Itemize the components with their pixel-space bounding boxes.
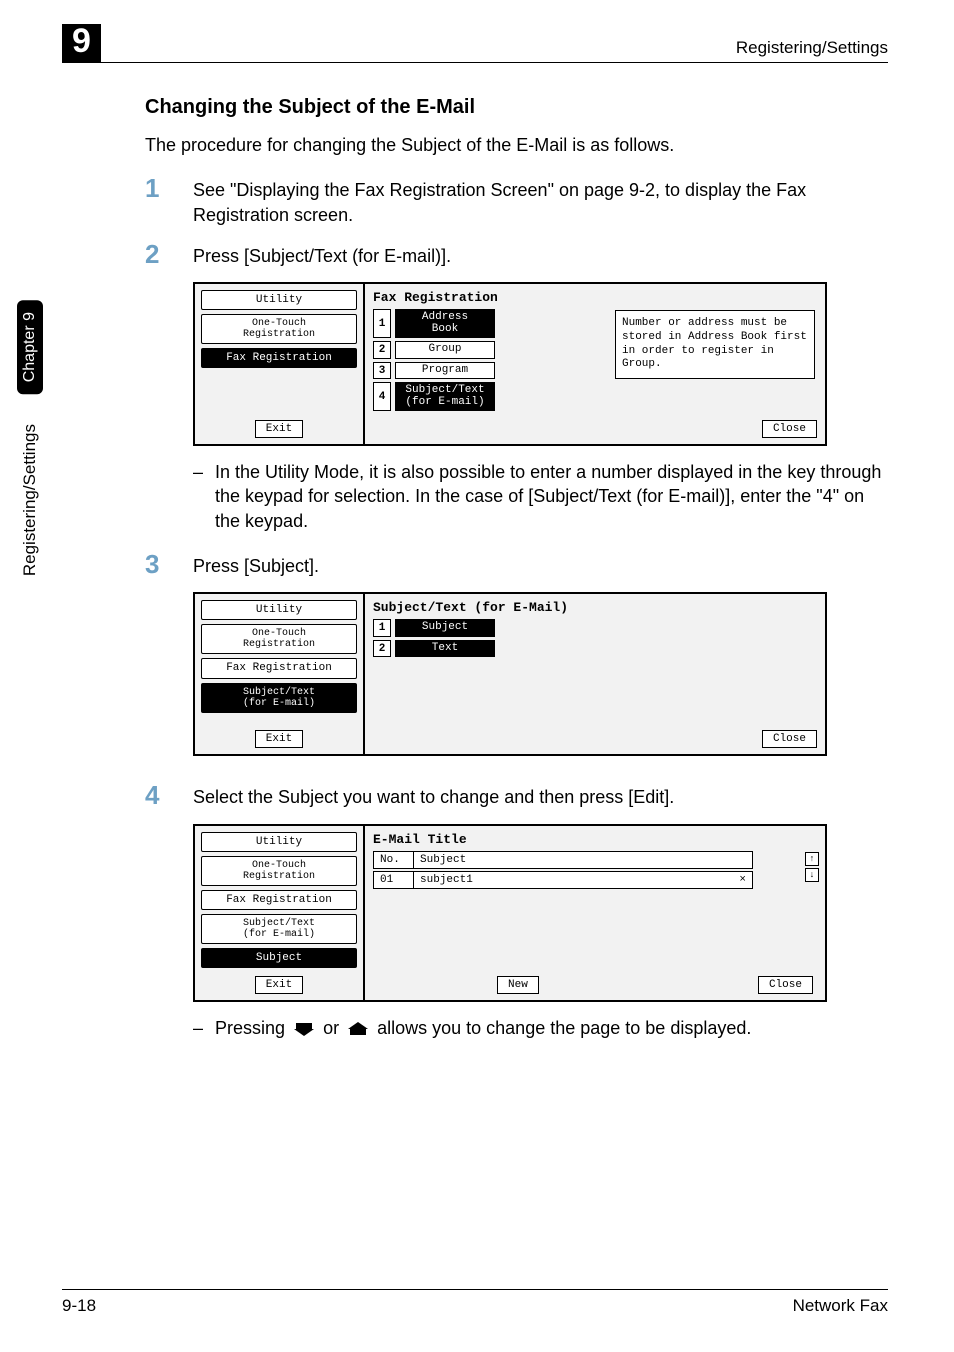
step-number: 3 — [145, 551, 167, 578]
lcd-screen-fax-registration: Utility One-Touch Registration Fax Regis… — [193, 282, 827, 446]
section-heading: Changing the Subject of the E-Mail — [145, 96, 888, 119]
side-chapter-pill: Chapter 9 — [17, 300, 43, 394]
header-section: Registering/Settings — [736, 38, 888, 58]
tab-onetouch[interactable]: One-Touch Registration — [201, 624, 357, 654]
group-button[interactable]: Group — [395, 341, 495, 359]
row-num: 2 — [373, 341, 391, 359]
side-section-label: Registering/Settings — [20, 424, 40, 576]
table-row[interactable]: 01 subject1 × — [373, 871, 753, 889]
page-up-icon — [344, 1021, 372, 1037]
tab-subject[interactable]: Subject — [201, 948, 357, 968]
step-text: Select the Subject you want to change an… — [193, 782, 674, 809]
side-tabs: Chapter 9 Registering/Settings — [10, 300, 50, 576]
row-num: 4 — [373, 382, 391, 411]
main-content: Changing the Subject of the E-Mail The p… — [145, 96, 888, 1058]
lcd-main: Subject/Text (for E-Mail) 1Subject 2Text… — [365, 594, 825, 754]
tab-utility[interactable]: Utility — [201, 832, 357, 852]
step-4-note: – Pressing or allows you to change the p… — [193, 1016, 888, 1040]
row-num: 1 — [373, 619, 391, 637]
lcd-screen-subject-text: Utility One-Touch Registration Fax Regis… — [193, 592, 827, 756]
tab-subject-text[interactable]: Subject/Text (for E-mail) — [201, 683, 357, 713]
exit-button[interactable]: Exit — [255, 420, 303, 438]
tab-onetouch[interactable]: One-Touch Registration — [201, 856, 357, 886]
dash: – — [193, 460, 203, 533]
step-text: See "Displaying the Fax Registration Scr… — [193, 175, 888, 227]
scroll-up-icon[interactable]: ↑ — [805, 852, 819, 866]
footer-doc-title: Network Fax — [793, 1296, 888, 1316]
row-num: 2 — [373, 640, 391, 658]
tab-onetouch[interactable]: One-Touch Registration — [201, 314, 357, 344]
tab-fax-registration[interactable]: Fax Registration — [201, 890, 357, 910]
step-text: Press [Subject]. — [193, 551, 319, 578]
step-2-note: – In the Utility Mode, it is also possib… — [193, 460, 888, 533]
info-message: Number or address must be stored in Addr… — [615, 310, 815, 379]
row-num: 3 — [373, 362, 391, 380]
step-4: 4 Select the Subject you want to change … — [145, 782, 888, 809]
header-rule — [62, 62, 888, 63]
tab-subject-text[interactable]: Subject/Text (for E-mail) — [201, 914, 357, 944]
step-number: 2 — [145, 241, 167, 268]
scrollbar[interactable]: ↑ ↓ — [805, 852, 819, 882]
program-button[interactable]: Program — [395, 362, 495, 380]
subject-button[interactable]: Subject — [395, 619, 495, 637]
step-1: 1 See "Displaying the Fax Registration S… — [145, 175, 888, 227]
step-3: 3 Press [Subject]. — [145, 551, 888, 578]
cell-mark: × — [733, 872, 752, 888]
lcd-breadcrumb: Utility One-Touch Registration Fax Regis… — [195, 284, 365, 444]
lcd-main: E-Mail Title No. Subject 01 subject1 × ↑… — [365, 826, 825, 1000]
cell-no: 01 — [374, 872, 414, 888]
address-book-button[interactable]: Address Book — [395, 309, 495, 338]
step-2: 2 Press [Subject/Text (for E-mail)]. — [145, 241, 888, 268]
cell-subject: subject1 — [414, 872, 733, 888]
close-button[interactable]: Close — [762, 730, 817, 748]
exit-button[interactable]: Exit — [255, 730, 303, 748]
lcd-title: Subject/Text (for E-Mail) — [373, 600, 817, 615]
tab-utility[interactable]: Utility — [201, 290, 357, 310]
new-button[interactable]: New — [497, 976, 539, 994]
step-text: Press [Subject/Text (for E-mail)]. — [193, 241, 451, 268]
tab-utility[interactable]: Utility — [201, 600, 357, 620]
col-no: No. — [374, 852, 414, 868]
col-subject: Subject — [414, 852, 472, 868]
dash: – — [193, 1016, 203, 1040]
page-down-icon — [290, 1021, 318, 1037]
text-button[interactable]: Text — [395, 640, 495, 658]
table-header: No. Subject — [373, 851, 753, 869]
step-number: 4 — [145, 782, 167, 809]
page-footer: 9-18 Network Fax — [62, 1289, 888, 1316]
scroll-down-icon[interactable]: ↓ — [805, 868, 819, 882]
note-text: Pressing or allows you to change the pag… — [215, 1016, 751, 1040]
step-number: 1 — [145, 175, 167, 227]
lcd-breadcrumb: Utility One-Touch Registration Fax Regis… — [195, 826, 365, 1000]
tab-fax-registration[interactable]: Fax Registration — [201, 658, 357, 678]
exit-button[interactable]: Exit — [255, 976, 303, 994]
subject-text-button[interactable]: Subject/Text (for E-mail) — [395, 382, 495, 411]
chapter-badge: 9 — [62, 24, 101, 62]
lcd-title: E-Mail Title — [373, 832, 817, 847]
row-num: 1 — [373, 309, 391, 338]
footer-page-number: 9-18 — [62, 1296, 96, 1316]
close-button[interactable]: Close — [758, 976, 813, 994]
close-button[interactable]: Close — [762, 420, 817, 438]
tab-fax-registration[interactable]: Fax Registration — [201, 348, 357, 368]
lcd-main: Fax Registration 1Address Book 2Group 3P… — [365, 284, 825, 444]
lcd-breadcrumb: Utility One-Touch Registration Fax Regis… — [195, 594, 365, 754]
section-intro: The procedure for changing the Subject o… — [145, 133, 888, 157]
note-text: In the Utility Mode, it is also possible… — [215, 460, 888, 533]
lcd-screen-email-title: Utility One-Touch Registration Fax Regis… — [193, 824, 827, 1002]
lcd-title: Fax Registration — [373, 290, 817, 305]
